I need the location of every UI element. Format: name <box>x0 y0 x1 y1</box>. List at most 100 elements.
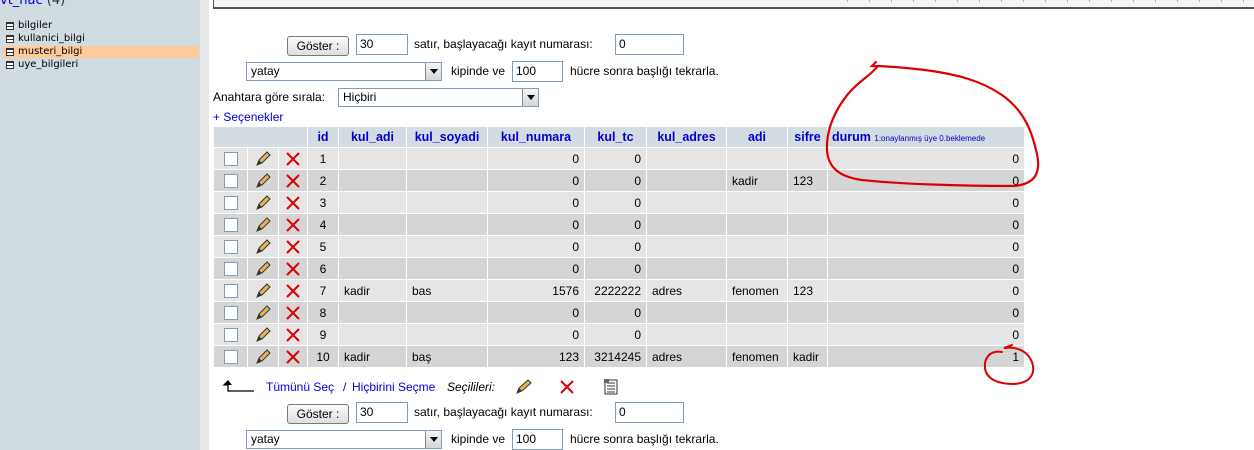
table-list-item-label[interactable]: musteri_bilgi <box>18 46 82 58</box>
table-cell-adi: fenomen <box>727 280 787 301</box>
row-checkbox[interactable] <box>223 261 238 276</box>
delete-x-icon[interactable] <box>286 218 300 232</box>
database-name[interactable]: vt_hac <box>0 0 43 8</box>
table-cell-kul-numara: 0 <box>488 258 584 279</box>
select-all-link[interactable]: Tümünü Seç <box>266 380 334 394</box>
show-button[interactable]: Göster : <box>287 36 349 56</box>
table-icon[interactable] <box>6 48 14 56</box>
edit-pencil-icon[interactable] <box>254 348 272 365</box>
delete-x-icon[interactable] <box>286 328 300 342</box>
table-cell-kul-adi <box>339 214 406 235</box>
edit-pencil-icon[interactable] <box>254 216 272 233</box>
table-icon[interactable] <box>6 35 14 43</box>
row-checkbox[interactable] <box>223 305 238 320</box>
table-list-item[interactable]: bilgiler <box>3 20 198 32</box>
delete-selected-icon[interactable] <box>559 379 575 395</box>
edit-pencil-icon[interactable] <box>254 282 272 299</box>
row-edit-cell <box>248 148 278 169</box>
options-link[interactable]: + Seçenekler <box>213 110 283 124</box>
edit-pencil-icon[interactable] <box>254 150 272 167</box>
column-header-id[interactable]: id <box>308 127 338 147</box>
sort-select[interactable]: Hiçbiri <box>338 88 539 107</box>
delete-x-icon[interactable] <box>286 350 300 364</box>
edit-pencil-icon[interactable] <box>254 326 272 343</box>
column-header-kul-adres[interactable]: kul_adres <box>647 127 726 147</box>
table-row: 9000 <box>214 324 1024 345</box>
row-checkbox[interactable] <box>223 151 238 166</box>
delete-x-icon[interactable] <box>286 174 300 188</box>
select-arrow-icon[interactable] <box>522 89 538 106</box>
column-header-kul-tc[interactable]: kul_tc <box>585 127 646 147</box>
delete-x-icon[interactable] <box>286 262 300 276</box>
edit-pencil-icon[interactable] <box>254 260 272 277</box>
row-checkbox[interactable] <box>223 349 238 364</box>
edit-selected-icon[interactable] <box>514 378 534 396</box>
edit-pencil-icon[interactable] <box>254 172 272 189</box>
select-arrow-icon[interactable] <box>425 63 441 80</box>
table-cell-kul-numara: 0 <box>488 324 584 345</box>
table-row: 7 kadir bas 1576 2222222 adres fenomen 123 0 <box>214 280 1024 301</box>
delete-x-icon[interactable] <box>286 152 300 166</box>
table-cell-kul-tc: 2222222 <box>585 280 646 301</box>
column-header-kul-adi[interactable]: kul_adi <box>339 127 406 147</box>
row-checkbox-cell <box>214 302 247 323</box>
select-none-link[interactable]: Hiçbirini Seçme <box>352 380 435 394</box>
show-button-bottom[interactable]: Göster : <box>287 404 349 424</box>
table-cell-id: 6 <box>308 258 338 279</box>
table-cell-durum: 0 <box>828 324 1024 345</box>
rows-per-page-input-bottom[interactable]: 30 <box>356 402 408 423</box>
column-header-kul-numara[interactable]: kul_numara <box>488 127 584 147</box>
delete-x-icon[interactable] <box>286 284 300 298</box>
table-cell-kul-adres <box>647 258 726 279</box>
table-cell-kul-soyadi <box>407 214 487 235</box>
row-checkbox[interactable] <box>223 283 238 298</box>
export-icon[interactable] <box>602 378 620 396</box>
table-cell-durum: 0 <box>828 258 1024 279</box>
table-icon[interactable] <box>6 22 14 30</box>
table-cell-sifre <box>788 214 827 235</box>
delete-x-icon[interactable] <box>286 196 300 210</box>
table-list-item[interactable]: kullanici_bilgi <box>3 33 198 45</box>
row-checkbox[interactable] <box>223 195 238 210</box>
column-header-durum[interactable]: durum 1:onaylanmış üye 0.beklemede <box>828 127 1024 147</box>
delete-x-icon[interactable] <box>286 306 300 320</box>
table-cell-kul-soyadi <box>407 324 487 345</box>
repeat-header-input-bottom[interactable]: 100 <box>512 429 563 450</box>
display-mode-select-bottom[interactable]: yatay <box>246 430 442 449</box>
row-checkbox[interactable] <box>223 173 238 188</box>
edit-pencil-icon[interactable] <box>254 304 272 321</box>
column-header-kul-soyadi[interactable]: kul_soyadi <box>407 127 487 147</box>
start-record-input-bottom[interactable]: 0 <box>615 402 684 423</box>
table-row: 1000 <box>214 148 1024 169</box>
row-delete-cell <box>279 346 307 367</box>
row-checkbox[interactable] <box>223 239 238 254</box>
database-heading[interactable]: vt_hac (4) <box>0 0 65 8</box>
repeat-header-input[interactable]: 100 <box>512 61 563 82</box>
table-cell-kul-soyadi <box>407 258 487 279</box>
select-arrow-icon[interactable] <box>425 431 441 448</box>
row-delete-cell <box>279 148 307 169</box>
column-header-sifre[interactable]: sifre <box>788 127 827 147</box>
column-header-durum-label[interactable]: durum <box>832 130 871 144</box>
frame-divider[interactable] <box>200 0 209 450</box>
row-checkbox[interactable] <box>223 327 238 342</box>
table-list-item[interactable]: uye_bilgileri <box>3 59 198 71</box>
start-record-input[interactable]: 0 <box>615 34 684 55</box>
display-mode-select[interactable]: yatay <box>246 62 442 81</box>
table-list-item-active[interactable]: musteri_bilgi <box>3 46 198 58</box>
rows-per-page-input[interactable]: 30 <box>356 34 408 55</box>
edit-pencil-icon[interactable] <box>254 194 272 211</box>
table-list-item-label[interactable]: bilgiler <box>18 20 52 32</box>
table-cell-sifre <box>788 192 827 213</box>
column-header-adi[interactable]: adi <box>727 127 787 147</box>
table-cell-kul-soyadi: baş <box>407 346 487 367</box>
table-cell-kul-soyadi <box>407 302 487 323</box>
table-icon[interactable] <box>6 61 14 69</box>
table-list-item-label[interactable]: kullanici_bilgi <box>18 33 85 45</box>
row-checkbox[interactable] <box>223 217 238 232</box>
edit-pencil-icon[interactable] <box>254 238 272 255</box>
table-cell-adi <box>727 324 787 345</box>
table-list-item-label[interactable]: uye_bilgileri <box>18 59 78 71</box>
data-table: id kul_adi kul_soyadi kul_numara kul_tc … <box>213 126 1025 368</box>
delete-x-icon[interactable] <box>286 240 300 254</box>
